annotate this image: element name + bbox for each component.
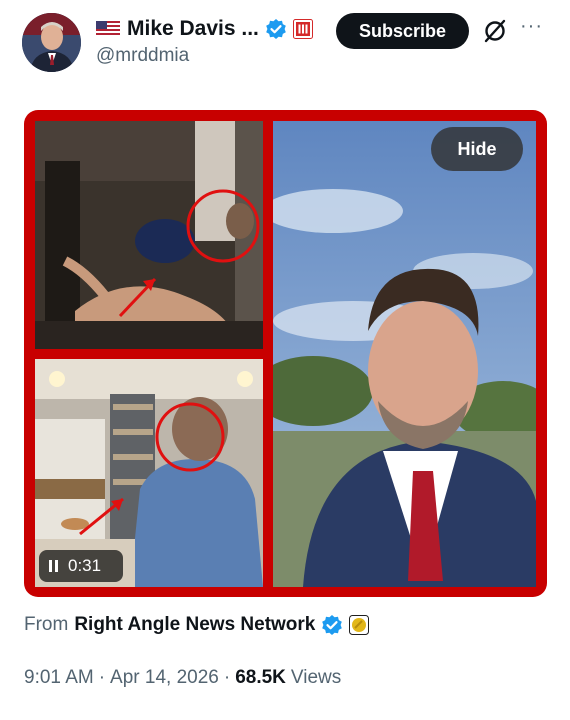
source-prefix: From <box>24 614 69 635</box>
views-count: 68.5K <box>235 667 286 688</box>
media-panel-right <box>273 121 536 587</box>
us-flag-icon <box>96 21 120 37</box>
author-display-name[interactable]: Mike Davis ... <box>127 17 259 41</box>
video-time: 0:31 <box>68 556 102 575</box>
avatar[interactable] <box>22 13 81 72</box>
media-panel-bottom-left: 0:31 <box>35 359 263 587</box>
separator: · <box>223 667 231 688</box>
subscribe-button[interactable]: Subscribe <box>336 13 469 49</box>
media-panel-top-left <box>35 121 263 349</box>
source-org-link[interactable]: Right Angle News Network <box>74 614 315 636</box>
separator: · <box>98 667 106 688</box>
grok-icon[interactable] <box>482 18 508 44</box>
affiliation-badge-icon[interactable] <box>292 19 313 39</box>
views-label: Views <box>290 667 342 688</box>
author-name-row[interactable]: Mike Davis ... <box>96 14 313 44</box>
verified-badge-icon[interactable] <box>321 614 343 636</box>
tweet-meta: 9:01 AM · Apr 14, 2026 · 68.5K Views <box>24 667 341 689</box>
pause-icon[interactable] <box>49 560 58 572</box>
source-attribution: From Right Angle News Network <box>24 614 370 636</box>
tweet-time[interactable]: 9:01 AM <box>24 667 94 689</box>
verified-badge-icon[interactable] <box>265 18 287 40</box>
hide-button[interactable]: Hide <box>431 127 523 171</box>
tweet-date[interactable]: Apr 14, 2026 <box>110 667 219 689</box>
gold-badge-icon[interactable] <box>349 615 370 635</box>
media-video[interactable]: 0:31 Hide <box>24 110 547 597</box>
video-player-controls[interactable]: 0:31 <box>39 550 123 582</box>
more-icon[interactable]: ··· <box>520 15 543 38</box>
author-handle[interactable]: @mrddmia <box>96 45 189 67</box>
